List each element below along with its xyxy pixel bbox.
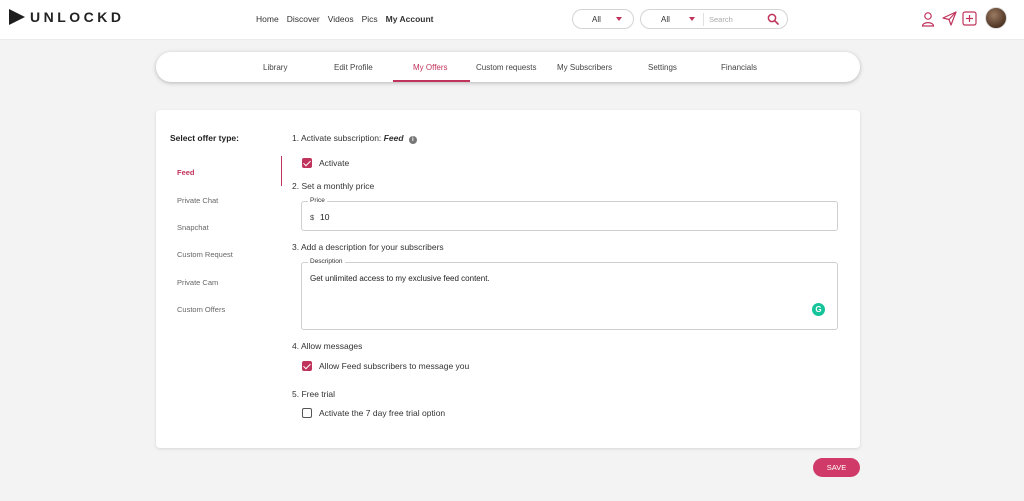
activate-label: Activate [319, 158, 350, 168]
offer-type-private-cam[interactable]: Private Cam [177, 278, 218, 287]
offer-type-feed[interactable]: Feed [177, 168, 195, 177]
price-input[interactable]: 10 [320, 212, 329, 222]
offer-type-custom-request[interactable]: Custom Request [177, 250, 233, 259]
chevron-down-icon [616, 17, 622, 21]
active-offer-indicator [281, 156, 282, 186]
step-1-label: 1. Activate subscription: [292, 133, 382, 143]
offer-type-private-chat[interactable]: Private Chat [177, 196, 218, 205]
step-3-label: 3. Add a description for your subscriber… [292, 242, 444, 252]
price-field[interactable]: Price $ 10 [301, 197, 838, 231]
play-logo-icon [9, 9, 25, 25]
free-trial-label: Activate the 7 day free trial option [319, 408, 446, 418]
tab-settings[interactable]: Settings [648, 63, 677, 72]
search-input[interactable]: Search [709, 15, 733, 24]
nav-item-home[interactable]: Home [256, 14, 279, 24]
tab-my-offers[interactable]: My Offers [413, 63, 448, 72]
currency-symbol: $ [310, 213, 315, 222]
send-icon[interactable] [942, 11, 957, 28]
logo-text: UNLOCKD [30, 9, 125, 25]
tab-custom-requests[interactable]: Custom requests [476, 63, 536, 72]
allow-messages-checkbox[interactable] [302, 361, 312, 371]
step-2-label: 2. Set a monthly price [292, 181, 375, 191]
search-bar: All Search [640, 9, 788, 29]
tab-financials[interactable]: Financials [721, 63, 757, 72]
logo[interactable]: UNLOCKD [9, 9, 125, 25]
nav-item-videos[interactable]: Videos [328, 14, 354, 24]
search-scope-select[interactable]: All [661, 15, 670, 24]
active-tab-indicator [393, 80, 470, 82]
chevron-down-icon [689, 17, 695, 21]
tab-edit-profile[interactable]: Edit Profile [334, 63, 373, 72]
info-icon[interactable]: i [408, 136, 417, 144]
step-activate-subscription: 1. Activate subscription: Feed i [292, 133, 417, 144]
save-button[interactable]: SAVE [813, 458, 860, 477]
allow-messages-label: Allow Feed subscribers to message you [319, 361, 470, 371]
step-4-label: 4. Allow messages [292, 341, 363, 351]
free-trial-checkbox[interactable] [302, 408, 312, 418]
nav-item-pics[interactable]: Pics [362, 14, 378, 24]
search-icon[interactable] [767, 13, 779, 27]
nav-item-discover[interactable]: Discover [287, 14, 320, 24]
main-nav: Home Discover Videos Pics My Account [256, 14, 434, 24]
description-field[interactable]: Description Get unlimited access to my e… [301, 258, 838, 330]
tab-library[interactable]: Library [263, 63, 287, 72]
offers-card: Select offer type: Feed Private Chat Sna… [156, 110, 860, 448]
avatar[interactable] [985, 7, 1007, 29]
top-bar: UNLOCKD Home Discover Videos Pics My Acc… [0, 0, 1024, 40]
price-legend: Price [308, 197, 327, 204]
step-1-offer-name: Feed [383, 133, 404, 143]
offer-type-custom-offers[interactable]: Custom Offers [177, 305, 225, 314]
offer-type-snapchat[interactable]: Snapchat [177, 223, 209, 232]
offer-type-title: Select offer type: [170, 133, 239, 143]
category-filter-select[interactable]: All [572, 9, 634, 29]
step-5-label: 5. Free trial [292, 389, 335, 399]
search-divider [703, 13, 704, 26]
add-icon[interactable] [962, 11, 977, 28]
activate-checkbox[interactable] [302, 158, 312, 168]
user-icon[interactable] [921, 11, 935, 29]
account-tabs: Library Edit Profile My Offers Custom re… [156, 52, 860, 82]
grammarly-icon[interactable]: G [812, 303, 825, 316]
description-legend: Description [308, 258, 345, 265]
category-filter-value: All [592, 14, 601, 24]
description-textarea[interactable]: Get unlimited access to my exclusive fee… [310, 274, 490, 283]
nav-item-my-account[interactable]: My Account [386, 14, 434, 24]
tab-my-subscribers[interactable]: My Subscribers [557, 63, 612, 72]
